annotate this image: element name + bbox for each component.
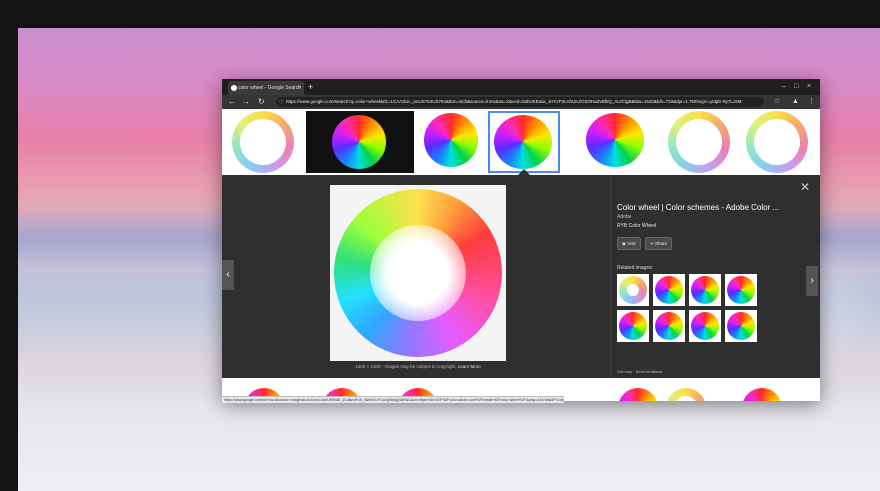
color-wheel-image [334, 189, 502, 357]
image-info-panel: Color wheel | Color schemes - Adobe Colo… [610, 175, 807, 378]
google-favicon-icon [231, 85, 237, 91]
result-thumbnail[interactable] [232, 111, 294, 173]
back-icon[interactable]: ← [228, 96, 236, 108]
address-url: https://www.google.com/search?q=color+wh… [286, 99, 743, 104]
related-image[interactable] [617, 274, 649, 306]
visit-button[interactable]: ◉ Visit [617, 237, 641, 250]
tab-bar: color wheel - Google Search × + – □ × [222, 79, 820, 95]
related-images-heading: Related images: [617, 265, 654, 271]
site-info-icon[interactable]: ⓘ [279, 97, 284, 107]
share-label: Share [655, 241, 668, 246]
visit-label: Visit [627, 241, 636, 246]
result-thumbnail[interactable] [742, 388, 782, 401]
related-image[interactable] [653, 274, 685, 306]
related-image[interactable] [689, 274, 721, 306]
related-image[interactable] [725, 310, 757, 342]
result-thumbnail[interactable] [584, 111, 646, 173]
result-thumbnail-selected[interactable] [488, 111, 560, 173]
status-bar-url: https://www.google.com/url?sa=i&source=i… [222, 396, 564, 403]
menu-icon[interactable]: ⋮ [808, 96, 815, 108]
next-image-arrow[interactable]: › [806, 266, 818, 296]
tab-color-wheel-search[interactable]: color wheel - Google Search × [228, 81, 304, 95]
result-thumbnail[interactable] [618, 388, 658, 401]
result-thumbnail[interactable] [666, 388, 706, 401]
result-thumbnail[interactable] [306, 111, 414, 173]
help-feedback-links[interactable]: Get help · Send feedback [617, 369, 662, 374]
minimize-button[interactable]: – [782, 81, 786, 93]
image-caption: 1300 × 1300 - Images may be subject to c… [330, 364, 506, 369]
browser-toolbar: ← → ↻ ⓘ https://www.google.com/search?q=… [222, 95, 820, 109]
image-description: RYB Color Wheel [617, 223, 657, 229]
image-results-strip [222, 109, 820, 175]
related-image[interactable] [653, 310, 685, 342]
bookmark-star-icon[interactable]: ☆ [774, 96, 780, 108]
browser-window: color wheel - Google Search × + – □ × ← … [222, 79, 820, 403]
learn-more-link[interactable]: Learn More [458, 364, 481, 369]
image-size-text: 1300 × 1300 - Images may be subject to c… [355, 364, 457, 369]
share-button[interactable]: ⋖ Share [645, 237, 673, 250]
related-image[interactable] [617, 310, 649, 342]
tab-title: color wheel - Google Search [238, 85, 302, 91]
related-image[interactable] [689, 310, 721, 342]
result-thumbnail[interactable] [746, 111, 808, 173]
image-preview-panel: ‹ › 1300 × 1300 - Images may be subject … [222, 175, 820, 378]
tab-close-icon[interactable]: × [297, 81, 301, 95]
maximize-button[interactable]: □ [794, 81, 798, 93]
related-image[interactable] [725, 274, 757, 306]
result-thumbnail[interactable] [668, 111, 730, 173]
image-source-site: Adobe [617, 214, 632, 220]
image-title-link[interactable]: Color wheel | Color schemes - Adobe Colo… [617, 203, 779, 212]
new-tab-button[interactable]: + [308, 81, 313, 93]
close-window-button[interactable]: × [807, 81, 811, 93]
preview-image[interactable] [330, 185, 506, 361]
address-bar[interactable]: ⓘ https://www.google.com/search?q=color+… [276, 97, 764, 107]
extension-icon[interactable]: ▲ [792, 96, 799, 108]
forward-icon[interactable]: → [242, 96, 250, 108]
previous-image-arrow[interactable]: ‹ [222, 260, 234, 290]
result-thumbnail[interactable] [420, 111, 482, 173]
reload-icon[interactable]: ↻ [258, 96, 265, 108]
